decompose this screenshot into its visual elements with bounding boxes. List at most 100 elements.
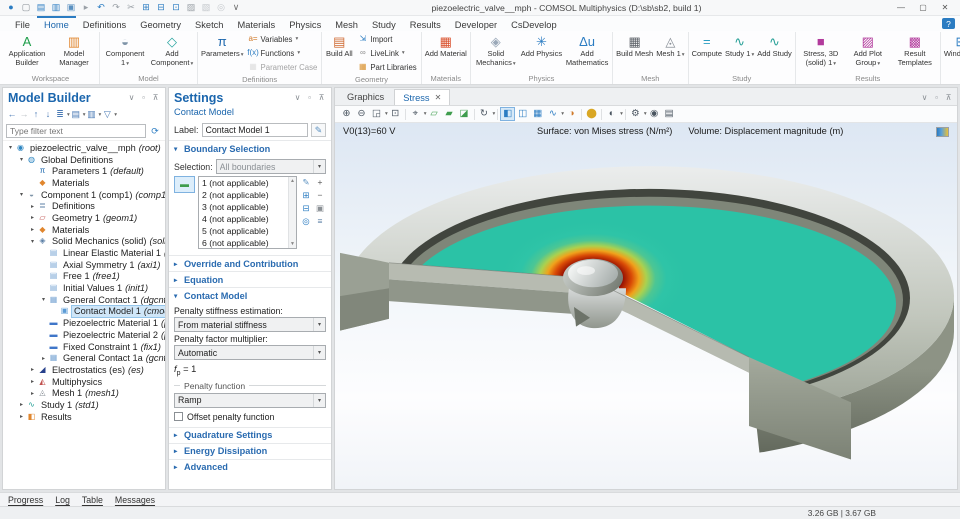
selection-list-icon[interactable]: ≡ — [314, 215, 326, 227]
panel-menu-icon[interactable]: ∨ — [293, 93, 302, 102]
ribbon-button-add-physics[interactable]: ✳Add Physics — [520, 32, 563, 59]
copy-icon[interactable]: ⊞ — [139, 1, 153, 14]
ribbon-button-compute[interactable]: =Compute — [691, 32, 723, 59]
ribbon-button-build-all[interactable]: ▤Build All — [324, 32, 354, 59]
ribbon-button-model-manager[interactable]: ▥Model Manager — [51, 32, 97, 67]
tree-item-results[interactable]: ▸◧Results — [3, 411, 165, 423]
tree-caret-icon[interactable]: ▾ — [6, 144, 15, 151]
panel-float-icon[interactable]: ▫ — [139, 93, 148, 102]
offset-penalty-checkbox[interactable] — [174, 412, 183, 421]
rename-button[interactable]: ✎ — [311, 123, 326, 137]
tree-item-materials[interactable]: ▸◆Materials — [3, 224, 165, 236]
ribbon-tab-geometry[interactable]: Geometry — [133, 16, 188, 31]
tree-caret-icon[interactable]: ▸ — [17, 401, 26, 408]
move-up-icon[interactable]: ↑ — [30, 109, 42, 121]
close-button[interactable]: ✕ — [934, 1, 956, 15]
tree-item-general-contact-1[interactable]: ▾▦General Contact 1(dgcnt1) — [3, 294, 165, 306]
add-selection-icon[interactable]: + — [314, 176, 326, 188]
ribbon-tab-file[interactable]: File — [8, 16, 37, 31]
zoom-extents-icon[interactable]: ⊡ — [388, 107, 403, 121]
tree-item-parameters-1[interactable]: πParameters 1(default) — [3, 165, 165, 177]
zoom-in-icon[interactable]: ⊕ — [339, 107, 354, 121]
clear-selection-icon[interactable]: ▣ — [314, 202, 326, 214]
boundary-list-item[interactable]: 2 (not applicable) — [199, 189, 288, 201]
graphics-tab-stress[interactable]: Stress✕ — [394, 89, 450, 105]
ribbon-button-variables[interactable]: a=Variables▾ — [246, 32, 320, 46]
tree-item-free-1[interactable]: ▤Free 1(free1) — [3, 271, 165, 283]
redo-icon[interactable]: ↷ — [109, 1, 123, 14]
search-doc-icon[interactable]: ◎ — [214, 1, 228, 14]
boundary-list-item[interactable]: 3 (not applicable) — [199, 201, 288, 213]
ribbon-tab-csdevelop[interactable]: CsDevelop — [504, 16, 563, 31]
nav-back-icon[interactable]: ← — [6, 109, 18, 121]
dock-tab-log[interactable]: Log — [55, 495, 70, 505]
tree-caret-icon[interactable]: ▸ — [28, 390, 37, 397]
panel-float-icon[interactable]: ▫ — [305, 93, 314, 102]
boundary-list-item[interactable]: 1 (not applicable) — [199, 177, 288, 189]
filter-icon[interactable]: ▽ — [101, 109, 113, 121]
mesh-render-icon[interactable]: ▦ — [530, 107, 545, 121]
plot-settings-icon[interactable]: ∿ — [545, 107, 560, 121]
ribbon-button-mesh-1[interactable]: ◬Mesh 1▾ — [655, 32, 685, 59]
tree-item-global-definitions[interactable]: ▾◍Global Definitions — [3, 154, 165, 166]
tree-caret-icon[interactable]: ▸ — [17, 413, 26, 420]
ribbon-button-build-mesh[interactable]: ▦Build Mesh — [615, 32, 654, 59]
zoom-out-icon[interactable]: ⊖ — [354, 107, 369, 121]
tree-item-study-1[interactable]: ▸∿Study 1(std1) — [3, 399, 165, 411]
ribbon-button-part-libraries[interactable]: ▦Part Libraries — [355, 60, 418, 74]
ribbon-button-livelink[interactable]: ∞LiveLink▾ — [355, 46, 418, 60]
delete-icon[interactable]: ▨ — [184, 1, 198, 14]
transparency-icon[interactable]: ◧ — [500, 107, 515, 121]
view-xy-icon[interactable]: ▱ — [427, 107, 442, 121]
copy-selection-icon[interactable]: ⊞ — [300, 189, 312, 201]
ribbon-button-component-1[interactable]: ◒Component 1▾ — [102, 32, 148, 67]
undo-icon[interactable]: ↶ — [94, 1, 108, 14]
multiplier-combo[interactable]: Automatic ▾ — [174, 345, 326, 360]
tree-item-piezoelectric-valve-mph[interactable]: ▾◉piezoelectric_valve__mph(root) — [3, 142, 165, 154]
tree-caret-icon[interactable]: ▸ — [28, 378, 37, 385]
dock-tab-table[interactable]: Table — [82, 495, 103, 505]
panel-pin-icon[interactable]: ⊼ — [151, 93, 160, 102]
ribbon-button-add-material[interactable]: ▦Add Material — [424, 32, 468, 59]
tree-item-contact-model-1[interactable]: ▣Contact Model 1(cmod1) — [3, 306, 165, 318]
close-tab-icon[interactable]: ✕ — [435, 93, 442, 102]
tree-item-component-1-comp1[interactable]: ▾◒Component 1 (comp1)(comp1) — [3, 189, 165, 201]
ribbon-tab-results[interactable]: Results — [403, 16, 448, 31]
paste-icon[interactable]: ⊟ — [154, 1, 168, 14]
color-theme-icon[interactable]: ◐ — [604, 107, 619, 121]
panel-pin-icon[interactable]: ⊼ — [317, 93, 326, 102]
image-contrast-icon[interactable]: ◑ — [564, 107, 579, 121]
section-header[interactable]: ▸ Energy Dissipation — [169, 444, 331, 459]
go-to-view-icon[interactable]: ⌖ — [408, 107, 423, 121]
ribbon-button-stress-3d-solid-1[interactable]: ■Stress, 3D (solid) 1▾ — [798, 32, 844, 67]
panel-pin-icon[interactable]: ⊼ — [944, 93, 953, 102]
collapse-all-icon[interactable]: ≣ — [54, 109, 66, 121]
duplicate-icon[interactable]: ⊡ — [169, 1, 183, 14]
nav-forward-icon[interactable]: → — [18, 109, 30, 121]
ribbon-tab-definitions[interactable]: Definitions — [76, 16, 133, 31]
ribbon-button-solid-mechanics[interactable]: ◈Solid Mechanics▾ — [473, 32, 519, 67]
tree-item-piezoelectric-material-1[interactable]: ▬Piezoelectric Material 1(pzm1) — [3, 317, 165, 329]
expand-all-icon[interactable]: ▤ — [70, 109, 82, 121]
compile-icon[interactable]: ▧ — [199, 1, 213, 14]
new-file-icon[interactable]: ▢ — [19, 1, 33, 14]
penalty-function-combo[interactable]: Ramp ▾ — [174, 393, 326, 408]
create-selection-icon[interactable]: ✎ — [300, 176, 312, 188]
section-header[interactable]: ▸ Equation — [169, 272, 331, 287]
tree-caret-icon[interactable]: ▾ — [17, 191, 26, 198]
ribbon-tab-sketch[interactable]: Sketch — [188, 16, 230, 31]
tree-caret-icon[interactable]: ▸ — [39, 355, 48, 362]
maximize-button[interactable]: ▢ — [912, 1, 934, 15]
ribbon-tab-developer[interactable]: Developer — [448, 16, 504, 31]
scroll-up-icon[interactable]: ▲ — [290, 178, 295, 184]
ribbon-button-application-builder[interactable]: AApplication Builder — [4, 32, 50, 67]
tree-item-initial-values-1[interactable]: ▤Initial Values 1(init1) — [3, 282, 165, 294]
panel-menu-icon[interactable]: ∨ — [920, 93, 929, 102]
ribbon-button-parameters[interactable]: πParameters▾ — [200, 32, 245, 59]
boundary-list-item[interactable]: 6 (not applicable) — [199, 237, 288, 249]
ribbon-button-windows[interactable]: ⊞Windows▾ — [943, 32, 960, 59]
preview-icon[interactable]: ▣ — [64, 1, 78, 14]
ribbon-button-study-1[interactable]: ∿Study 1▾ — [724, 32, 755, 59]
node-label-input[interactable] — [202, 123, 308, 137]
tree-item-definitions[interactable]: ▸≣Definitions — [3, 200, 165, 212]
